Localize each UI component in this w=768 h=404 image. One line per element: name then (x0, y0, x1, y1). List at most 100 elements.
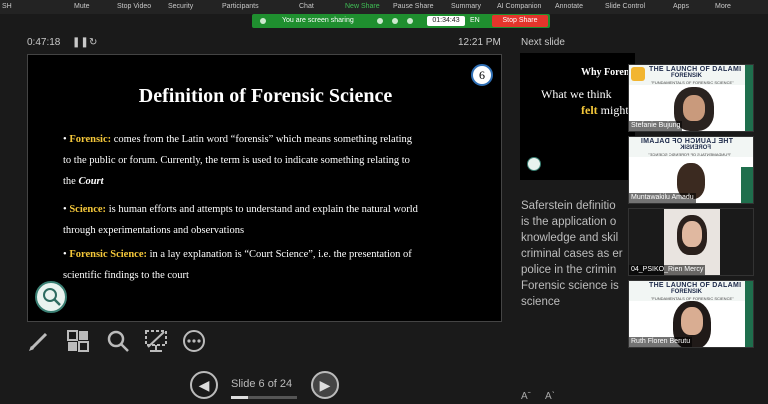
participant-name: Stefanie Bujung (629, 121, 683, 131)
banner-title: THE LAUNCH OF DALAMI (649, 282, 742, 289)
participant-name: 04_PSIKO_Rien Mercy (629, 265, 706, 275)
toolbar-pause-share-button[interactable]: Pause Share (393, 3, 433, 10)
more-options-icon[interactable] (182, 329, 206, 353)
bullet-term: Science: (69, 204, 107, 215)
meeting-toolbar: SH Mute Stop Video Security Participants… (0, 0, 768, 14)
bullet-text: is human efforts and attempts to underst… (106, 204, 418, 215)
font-size-decrease-icon[interactable]: Aˋ (545, 391, 555, 402)
audio-icon[interactable] (377, 18, 383, 24)
bullet-term: Forensic Science: (69, 249, 147, 260)
language-indicator[interactable]: EN (470, 17, 480, 24)
participant-video-tile[interactable]: 04_PSIKO_Rien Mercy (628, 208, 754, 276)
notes-line: criminal cases as er (521, 248, 623, 260)
screen-share-bar: You are screen sharing 01:34:43 EN Stop … (252, 14, 550, 28)
toolbar-summary-button[interactable]: Summary (451, 3, 481, 10)
black-screen-icon[interactable] (144, 329, 168, 353)
share-timer[interactable]: 01:34:43 (427, 16, 465, 26)
next-slide-line: What we think (541, 87, 612, 101)
toolbar-new-share-button[interactable]: New Share (345, 3, 380, 10)
toolbar-ai-companion-button[interactable]: AI Companion (497, 3, 541, 10)
elapsed-timer: 0:47:18 (27, 37, 61, 48)
banner-title: THE LAUNCH OF DALAMI (649, 66, 742, 73)
notes-line: science (521, 296, 560, 308)
toolbar-more-button[interactable]: More (715, 3, 731, 10)
toolbar-security-button[interactable]: Security (168, 3, 193, 10)
toolbar-participants-button[interactable]: Participants (222, 3, 259, 10)
speaker-notes: Saferstein definitio is the application … (521, 198, 631, 310)
bullet-text: in a lay explanation is “Court Science”,… (146, 249, 412, 260)
bullet-text: to the public or forum. Currently, the t… (63, 155, 410, 166)
event-banner: THE LAUNCH OF DALAMI FORENSIK "FUNDAMENT… (629, 281, 753, 301)
participant-name: Ruth Floren Berutu (629, 337, 693, 347)
next-slide-line: felt might (581, 103, 629, 118)
next-slide-button[interactable]: ▶ (311, 371, 339, 399)
dalami-logo-icon (527, 157, 541, 171)
raised-hand-icon (631, 67, 645, 81)
next-slide-label: Next slide (521, 37, 565, 48)
toolbar-apps-button[interactable]: Apps (673, 3, 689, 10)
reset-timer-icon[interactable]: ↻ (89, 37, 97, 48)
chevron-left-icon: ◀ (198, 377, 210, 393)
pen-icon[interactable] (27, 329, 51, 353)
toolbar-partial-label: SH (2, 3, 12, 10)
slide-title: Definition of Forensic Science (138, 85, 393, 107)
notes-line: Saferstein definitio (521, 200, 616, 212)
dalami-logo-icon (35, 281, 67, 313)
bullet-text: scientific findings to the court (63, 270, 189, 281)
participant-video-tile[interactable]: THE LAUNCH OF DALAMI FORENSIK "FUNDAMENT… (628, 136, 754, 204)
bullet-emphasis: Court (78, 176, 104, 187)
notes-line: is the application o (521, 216, 617, 228)
next-slide-emphasis: felt (581, 103, 598, 117)
shield-icon (260, 18, 266, 24)
banner-stripe (745, 281, 753, 347)
next-slide-title: Why Foren (581, 67, 630, 78)
event-banner: THE LAUNCH OF DALAMI FORENSIK "FUNDAMENT… (629, 65, 753, 85)
toolbar-chat-button[interactable]: Chat (299, 3, 314, 10)
toolbar-annotate-button[interactable]: Annotate (555, 3, 583, 10)
pause-timer-icon[interactable]: ❚❚ (72, 37, 89, 48)
annotate-icon[interactable] (407, 18, 413, 24)
participant-video-tile[interactable]: THE LAUNCH OF DALAMI FORENSIK "FUNDAMENT… (628, 64, 754, 132)
banner-subtitle: FORENSIK (679, 145, 711, 151)
clock: 12:21 PM (458, 37, 501, 48)
participant-face (683, 95, 705, 121)
notes-line: knowledge and skil (521, 232, 619, 244)
bullet-science: • Science: is human efforts and attempts… (63, 204, 418, 236)
magnifier-icon[interactable] (106, 329, 130, 353)
chevron-right-icon: ▶ (319, 377, 331, 393)
banner-tagline: "FUNDAMENTALS OF FORENSIC SCIENCE" (648, 152, 731, 157)
banner-title: THE LAUNCH OF DALAMI (640, 138, 733, 145)
notes-line: police in the crimin (521, 264, 617, 276)
slide-number-badge: 6 (471, 64, 493, 86)
next-slide-text: might (597, 103, 629, 117)
toolbar-slide-control-button[interactable]: Slide Control (605, 3, 645, 10)
stop-share-button[interactable]: Stop Share (492, 15, 548, 27)
previous-slide-button[interactable]: ◀ (190, 371, 218, 399)
grid-view-icon[interactable] (66, 329, 90, 353)
banner-subtitle: FORENSIK (671, 289, 703, 295)
bullet-text: the (63, 176, 76, 187)
font-size-increase-icon[interactable]: Aˉ (521, 391, 531, 402)
toolbar-mute-button[interactable]: Mute (74, 3, 90, 10)
bullet-text: comes from the Latin word “forensis” whi… (111, 134, 413, 145)
participant-face (681, 307, 703, 335)
toolbar-stop-video-button[interactable]: Stop Video (117, 3, 151, 10)
slide-progress-bar (231, 396, 297, 399)
banner-stripe (745, 65, 753, 131)
bullet-term: Forensic: (69, 134, 112, 145)
participant-face (682, 221, 702, 247)
bullet-forensic: • Forensic: comes from the Latin word “f… (63, 134, 413, 187)
slide-counter: Slide 6 of 24 (231, 378, 293, 390)
video-icon[interactable] (392, 18, 398, 24)
participant-name: Muntawakilu Amadu (629, 193, 696, 203)
banner-tagline: "FUNDAMENTALS OF FORENSIC SCIENCE" (651, 80, 734, 85)
sharing-status-text: You are screen sharing (282, 17, 354, 24)
event-banner: THE LAUNCH OF DALAMI FORENSIK "FUNDAMENT… (629, 137, 753, 157)
banner-stripe (741, 167, 753, 203)
banner-subtitle: FORENSIK (671, 73, 703, 79)
notes-line: Forensic science is (521, 280, 619, 292)
bullet-text: through experimentations and observation… (63, 225, 245, 236)
participant-video-tile[interactable]: THE LAUNCH OF DALAMI FORENSIK "FUNDAMENT… (628, 280, 754, 348)
bullet-forensic-science: • Forensic Science: in a lay explanation… (63, 249, 412, 281)
next-slide-preview[interactable]: Why Foren What we think felt might (520, 53, 635, 180)
